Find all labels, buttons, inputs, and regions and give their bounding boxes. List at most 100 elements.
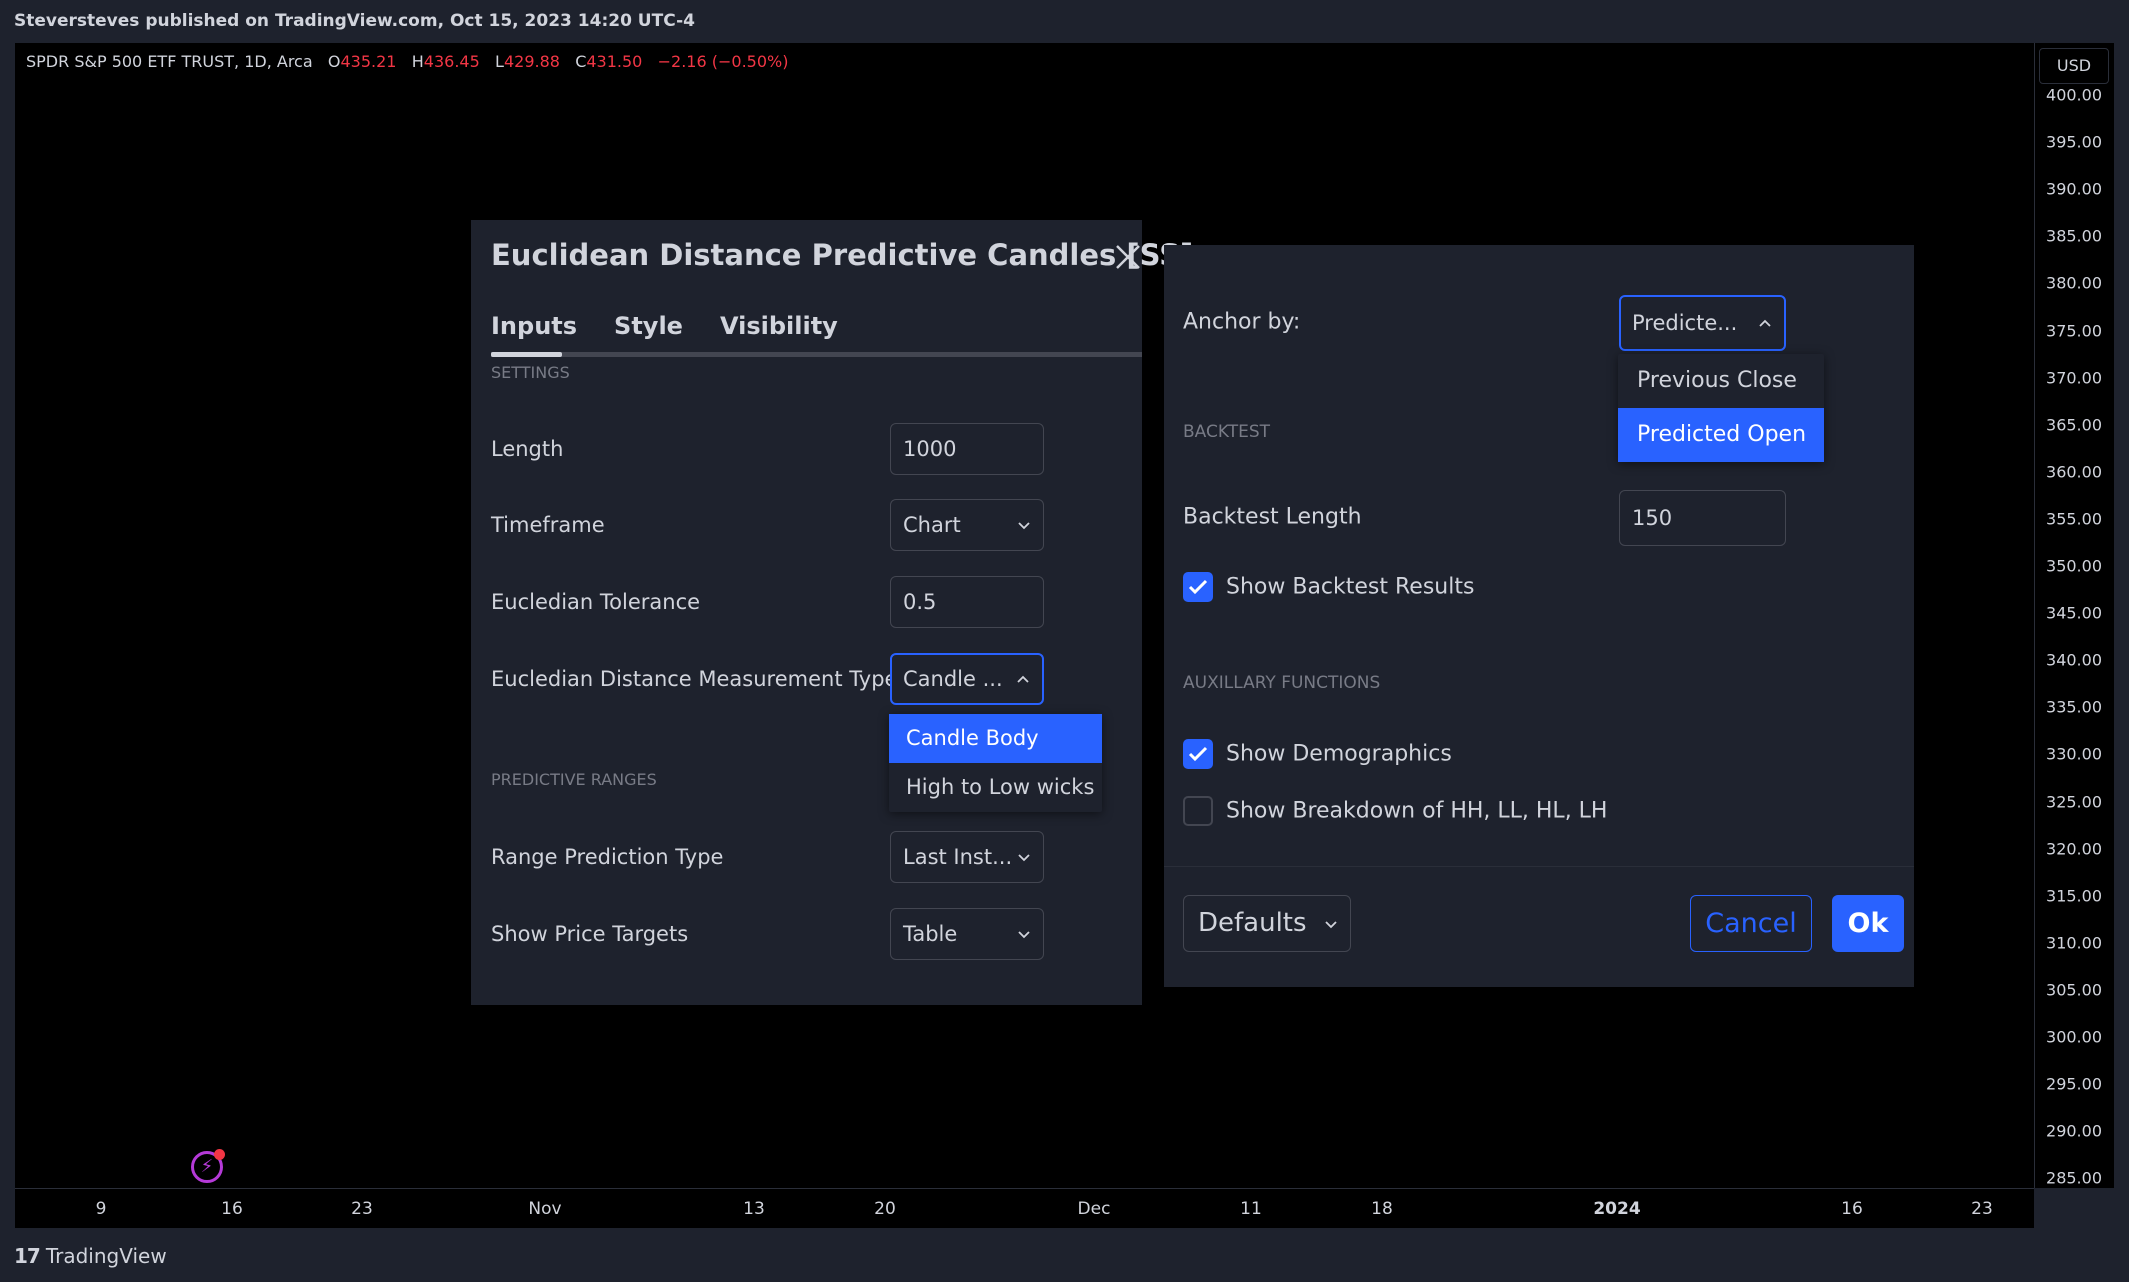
backtest-length-label: Backtest Length (1183, 504, 1362, 530)
show-demographics-checkbox[interactable] (1183, 739, 1213, 769)
anchor-select[interactable]: Predicte... (1619, 295, 1786, 351)
price-axis-label: 305.00 (2046, 980, 2102, 1000)
footer-bar (0, 1228, 2129, 1282)
option-candle-body[interactable]: Candle Body (889, 714, 1102, 763)
tab-visibility[interactable]: Visibility (720, 312, 838, 340)
open-label: O (327, 52, 341, 71)
price-axis-label: 380.00 (2046, 273, 2102, 293)
open-value: 435.21 (340, 52, 397, 71)
anchor-value: Predicte... (1632, 311, 1738, 335)
cancel-button[interactable]: Cancel (1690, 895, 1812, 952)
measure-type-value: Candle ... (903, 667, 1003, 691)
price-axis-label: 365.00 (2046, 415, 2102, 435)
defaults-button[interactable]: Defaults (1183, 895, 1351, 952)
chevron-up-icon (1017, 675, 1029, 683)
length-label: Length (491, 437, 564, 461)
price-axis-label: 325.00 (2046, 792, 2102, 811)
checkmark-icon (1188, 579, 1208, 595)
chevron-down-icon (1018, 854, 1030, 862)
price-axis-label: 390.00 (2046, 179, 2102, 199)
time-axis-label: Nov (528, 1199, 562, 1219)
settings-panel-scrolled: Anchor by: Predicte... Previous Close Pr… (1164, 245, 1914, 987)
footer-divider (1164, 866, 1914, 867)
defaults-label: Defaults (1198, 908, 1307, 938)
ok-button[interactable]: Ok (1832, 895, 1904, 952)
close-value: 431.50 (586, 52, 643, 71)
option-high-low-wicks[interactable]: High to Low wicks (889, 763, 1102, 812)
symbol-name[interactable]: SPDR S&P 500 ETF TRUST, 1D, Arca (26, 52, 313, 71)
time-axis-label: 18 (1371, 1199, 1393, 1219)
high-value: 436.45 (423, 52, 480, 71)
tolerance-label: Eucledian Tolerance (491, 590, 701, 614)
price-axis-label: 335.00 (2046, 697, 2102, 717)
chevron-down-icon (1018, 931, 1030, 939)
price-axis-label: 290.00 (2046, 1121, 2102, 1141)
price-axis[interactable]: 400.00 395.00 390.00 385.00 380.00 375.00 370.… (2034, 43, 2114, 1188)
price-axis-label: 345.00 (2046, 603, 2102, 623)
close-icon[interactable] (1113, 242, 1143, 272)
chevron-down-icon (1325, 921, 1337, 929)
tradingview-logo[interactable]: 17 TradingView (14, 1244, 167, 1268)
show-breakdown-label: Show Breakdown of HH, LL, HL, LH (1226, 798, 1608, 824)
time-axis-label: 9 (95, 1199, 107, 1219)
auxillary-section-header: AUXILLARY FUNCTIONS (1183, 673, 1381, 693)
tab-inputs[interactable]: Inputs (491, 312, 577, 340)
time-axis-label: 20 (874, 1199, 896, 1219)
timeframe-label: Timeframe (491, 513, 605, 537)
backtest-length-input[interactable]: 150 (1619, 490, 1786, 546)
range-type-select[interactable]: Last Inst... (890, 831, 1044, 883)
backtest-section-header: BACKTEST (1183, 422, 1270, 442)
measure-type-select[interactable]: Candle ... (890, 653, 1044, 705)
time-axis-label: 23 (351, 1199, 373, 1219)
settings-section-header: SETTINGS (491, 363, 570, 382)
indicator-settings-dialog: Euclidean Distance Predictive Candles [S… (471, 220, 1193, 1005)
price-axis-label: 340.00 (2046, 650, 2102, 670)
price-axis-label: 355.00 (2046, 509, 2102, 529)
time-axis-label: 13 (743, 1199, 765, 1219)
price-axis-label: 395.00 (2046, 132, 2102, 152)
measure-type-label: Eucledian Distance Measurement Type (491, 667, 898, 691)
price-axis-label: 400.00 (2046, 85, 2102, 105)
low-value: 429.88 (503, 52, 560, 71)
timeframe-select[interactable]: Chart (890, 499, 1044, 551)
checkmark-icon (1188, 746, 1208, 762)
low-label: L (495, 52, 504, 71)
price-axis-label: 285.00 (2046, 1168, 2102, 1188)
show-backtest-checkbox[interactable] (1183, 572, 1213, 602)
price-targets-label: Show Price Targets (491, 922, 689, 946)
lightning-alert-icon[interactable]: ⚡ (191, 1149, 225, 1183)
length-input[interactable]: 1000 (890, 423, 1044, 475)
measure-type-dropdown: Candle Body High to Low wicks (889, 714, 1102, 812)
price-axis-label: 370.00 (2046, 368, 2102, 388)
time-axis-label: 16 (1841, 1199, 1863, 1219)
price-axis-label: 385.00 (2046, 226, 2102, 246)
currency-button[interactable]: USD (2039, 48, 2109, 84)
price-axis-label: 320.00 (2046, 839, 2102, 859)
price-axis-label: 360.00 (2046, 462, 2102, 482)
chevron-up-icon (1759, 319, 1771, 327)
anchor-dropdown: Previous Close Predicted Open (1618, 354, 1824, 462)
anchor-label: Anchor by: (1183, 309, 1301, 335)
symbol-legend: SPDR S&P 500 ETF TRUST, 1D, Arca O435.21… (26, 52, 788, 71)
notification-dot (214, 1149, 225, 1160)
price-axis-label: 375.00 (2046, 321, 2102, 340)
predictive-ranges-header: PREDICTIVE RANGES (491, 770, 657, 789)
time-axis-label: 16 (221, 1199, 243, 1219)
change-value: −2.16 (−0.50%) (657, 52, 789, 71)
option-previous-close[interactable]: Previous Close (1618, 354, 1824, 408)
time-axis-label: 23 (1971, 1199, 1993, 1219)
option-predicted-open[interactable]: Predicted Open (1618, 408, 1824, 462)
tab-style[interactable]: Style (614, 312, 683, 340)
tradingview-brand: TradingView (45, 1244, 167, 1268)
price-axis-label: 295.00 (2046, 1074, 2102, 1094)
dialog-title: Euclidean Distance Predictive Candles [S… (491, 238, 1194, 272)
price-axis-label: 315.00 (2046, 886, 2102, 906)
high-label: H (411, 52, 424, 71)
tolerance-input[interactable]: 0.5 (890, 576, 1044, 628)
price-targets-select[interactable]: Table (890, 908, 1044, 960)
chevron-down-icon (1018, 522, 1030, 530)
time-axis[interactable]: 9 16 23 Nov 13 20 Dec 11 18 2024 16 23 (15, 1188, 2034, 1228)
show-demographics-label: Show Demographics (1226, 741, 1452, 767)
publisher-header: Steversteves published on TradingView.co… (0, 0, 2129, 43)
show-breakdown-checkbox[interactable] (1183, 796, 1213, 826)
